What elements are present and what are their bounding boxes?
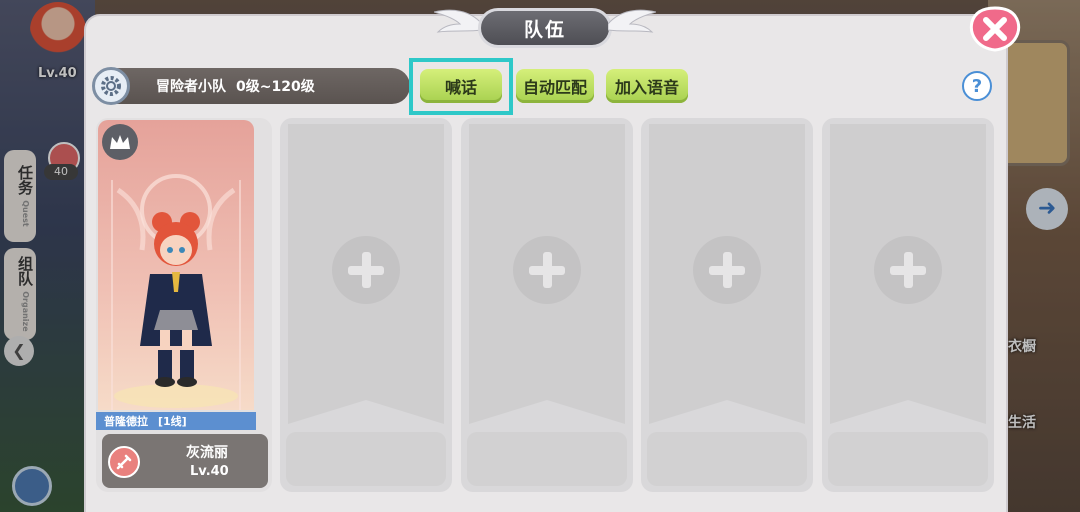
team-name: 冒险者小队 [156, 79, 226, 95]
crown-icon [110, 135, 130, 149]
plus-icon[interactable] [693, 236, 761, 304]
gear-icon [101, 76, 121, 96]
member-info: 灰流丽 Lv.40 [102, 434, 268, 488]
class-badge [108, 446, 140, 478]
empty-slot[interactable] [461, 118, 633, 492]
leader-crown [102, 124, 138, 160]
empty-slot[interactable] [822, 118, 994, 492]
member-card[interactable]: 普隆德拉 [1线] 灰流丽 Lv.40 [96, 118, 272, 492]
slot-footer [467, 432, 627, 486]
slot-footer [828, 432, 988, 486]
wing-left-icon [434, 9, 482, 33]
slot-footer [647, 432, 807, 486]
team-info-bar: 冒险者小队 0级~120级 [92, 67, 410, 105]
team-settings-button[interactable] [92, 67, 130, 105]
empty-slot[interactable] [641, 118, 813, 492]
slot-footer [286, 432, 446, 486]
server-info: 普隆德拉 [1线] [96, 412, 256, 430]
emblem-icon [111, 174, 241, 410]
panel-title: 队伍 [478, 8, 612, 48]
server-line: [1线] [158, 415, 187, 428]
team-level-range: 0级~120级 [236, 79, 315, 95]
close-button[interactable] [969, 6, 1021, 52]
plus-icon[interactable] [332, 236, 400, 304]
member-portrait [98, 120, 254, 410]
member-level: Lv.40 [190, 464, 229, 479]
auto-match-button[interactable]: 自动匹配 [516, 69, 594, 103]
member-name: 灰流丽 [186, 445, 228, 461]
empty-slot[interactable] [280, 118, 452, 492]
plus-icon[interactable] [874, 236, 942, 304]
server-name: 普隆德拉 [104, 415, 148, 428]
highlight-frame [409, 58, 513, 115]
wing-right-icon [608, 9, 656, 33]
join-voice-button[interactable]: 加入语音 [606, 69, 688, 103]
help-button[interactable]: ? [962, 71, 992, 101]
plus-icon[interactable] [513, 236, 581, 304]
sword-icon [116, 454, 132, 470]
panel-title-banner: 队伍 [434, 4, 656, 48]
